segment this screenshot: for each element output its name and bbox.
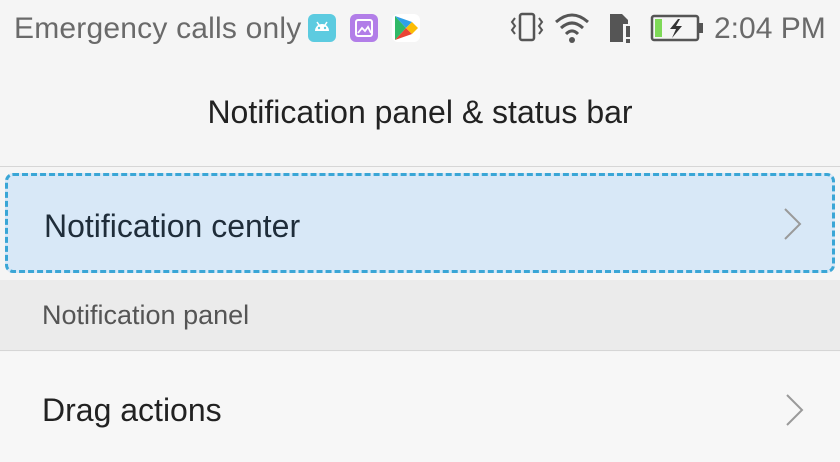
sim-alert-icon [610,14,633,44]
carrier-text: Emergency calls only [14,12,302,45]
title-bar: Notification panel & status bar [0,58,840,167]
list-item-label: Notification center [44,208,301,244]
battery-charging-icon [650,14,703,42]
list-item-notification-center[interactable]: Notification center [5,173,835,273]
list-item-drag-actions[interactable]: Drag actions [0,352,840,462]
play-store-icon [392,14,420,42]
chevron-right-icon [786,394,804,426]
system-icons [508,10,708,50]
section-header-label: Notification panel [42,300,250,330]
vibrate-icon [510,12,544,42]
wifi-icon [555,13,589,43]
clock: 2:04 PM [714,12,826,45]
page-title: Notification panel & status bar [207,94,633,130]
list-item-label: Drag actions [42,392,222,428]
status-bar: Emergency calls only 2:04 PM [0,0,840,58]
chevron-right-icon [784,208,802,240]
android-icon [308,14,336,42]
gallery-icon [350,14,378,42]
section-header-notification-panel: Notification panel [0,280,840,351]
